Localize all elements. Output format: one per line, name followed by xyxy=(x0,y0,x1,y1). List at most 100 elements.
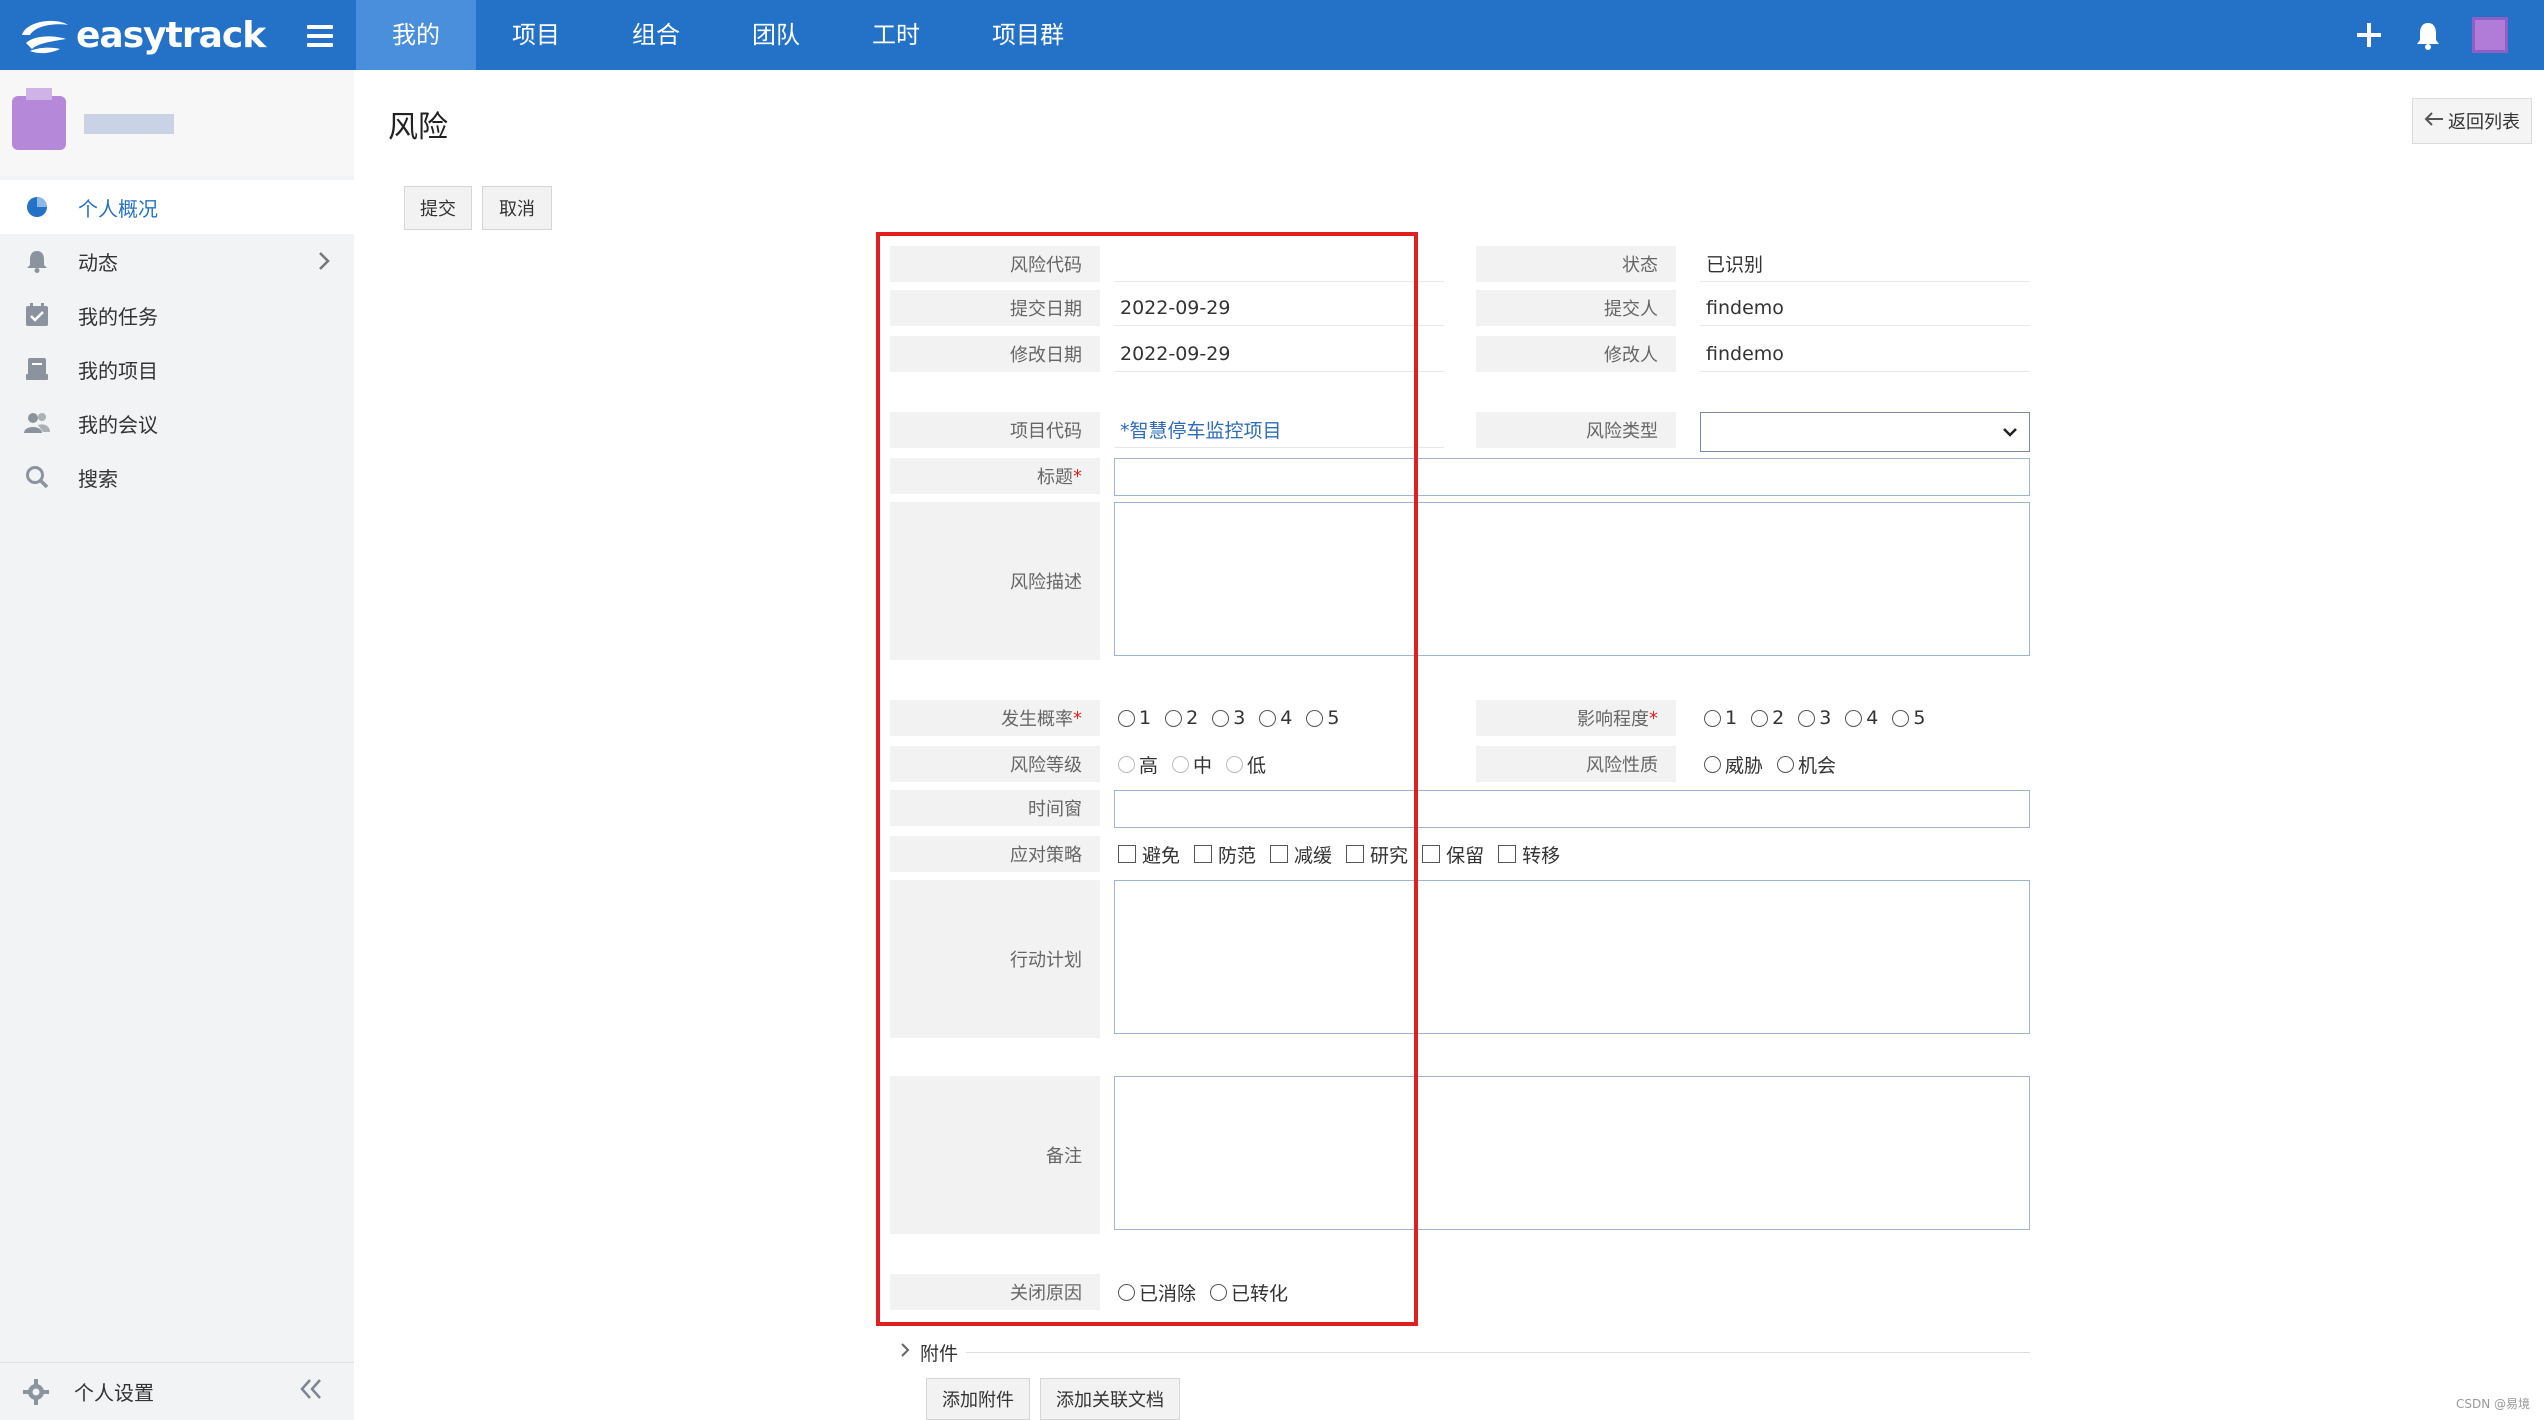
submit-button[interactable]: 提交 xyxy=(404,186,472,230)
tab-projects[interactable]: 项目 xyxy=(476,0,596,70)
probability-option-1[interactable]: 1 xyxy=(1118,707,1151,729)
project-code-value[interactable]: *智慧停车监控项目 xyxy=(1114,412,1444,448)
submitter-label: 提交人 xyxy=(1476,290,1676,326)
top-right-actions xyxy=(2354,0,2508,70)
sidebar-item-label: 我的任务 xyxy=(78,304,158,329)
sidebar-item-overview[interactable]: 个人概况 xyxy=(0,180,354,234)
menu-toggle-icon[interactable] xyxy=(300,20,340,50)
chevron-right-icon[interactable] xyxy=(318,251,330,276)
strategy-option-mitigate[interactable]: 减缓 xyxy=(1270,841,1332,868)
settings-label: 个人设置 xyxy=(74,1381,154,1405)
status-value: 已识别 xyxy=(1700,246,2030,282)
risk-type-select[interactable] xyxy=(1700,412,2030,452)
risk-level-option-high: 高 xyxy=(1118,751,1158,778)
tab-team[interactable]: 团队 xyxy=(716,0,836,70)
risk-code-label: 风险代码 xyxy=(890,246,1100,282)
cancel-button[interactable]: 取消 xyxy=(482,186,552,230)
sidebar: 个人概况 动态 我的任务 我的项目 我的会议 搜索 个人设置 xyxy=(0,70,354,1420)
arrow-left-icon xyxy=(2424,111,2444,132)
strategy-option-avoid[interactable]: 避免 xyxy=(1118,841,1180,868)
chevron-right-icon xyxy=(900,1341,910,1363)
sidebar-item-label: 个人概况 xyxy=(78,196,158,221)
impact-option-1[interactable]: 1 xyxy=(1704,707,1737,729)
risk-level-option-medium: 中 xyxy=(1172,751,1212,778)
tab-mine[interactable]: 我的 xyxy=(356,0,476,70)
attachments-section-header[interactable]: 附件 xyxy=(900,1338,2030,1366)
project-icon xyxy=(24,356,50,382)
sidebar-item-search[interactable]: 搜索 xyxy=(0,450,354,504)
strategy-option-research[interactable]: 研究 xyxy=(1346,841,1408,868)
add-attachment-button[interactable]: 添加附件 xyxy=(926,1378,1030,1420)
risk-type-label: 风险类型 xyxy=(1476,412,1676,448)
back-label: 返回列表 xyxy=(2448,112,2520,133)
impact-option-3[interactable]: 3 xyxy=(1798,707,1831,729)
description-textarea[interactable] xyxy=(1114,502,2030,656)
impact-option-4[interactable]: 4 xyxy=(1845,707,1878,729)
time-window-input[interactable] xyxy=(1114,790,2030,828)
strategy-checkbox-group: 避免 防范 减缓 研究 保留 转移 xyxy=(1118,836,1574,872)
modify-date-label: 修改日期 xyxy=(890,336,1100,372)
plus-icon[interactable] xyxy=(2354,20,2384,50)
probability-option-5[interactable]: 5 xyxy=(1306,707,1339,729)
risk-level-radio-group: 高 中 低 xyxy=(1118,746,1280,782)
strategy-option-transfer[interactable]: 转移 xyxy=(1498,841,1560,868)
users-icon xyxy=(24,410,50,436)
modifier-label: 修改人 xyxy=(1476,336,1676,372)
sidebar-item-tasks[interactable]: 我的任务 xyxy=(0,288,354,342)
logo[interactable]: easytrack xyxy=(16,8,266,62)
probability-label: 发生概率 * xyxy=(890,700,1100,736)
strategy-option-retain[interactable]: 保留 xyxy=(1422,841,1484,868)
risk-nature-option-threat[interactable]: 威胁 xyxy=(1704,751,1763,778)
probability-option-4[interactable]: 4 xyxy=(1259,707,1292,729)
modifier-value: findemo xyxy=(1700,336,2030,372)
remarks-label: 备注 xyxy=(890,1076,1100,1234)
add-linked-document-button[interactable]: 添加关联文档 xyxy=(1040,1378,1180,1420)
tab-portfolio[interactable]: 组合 xyxy=(596,0,716,70)
sidebar-item-label: 我的会议 xyxy=(78,412,158,437)
risk-nature-label: 风险性质 xyxy=(1476,746,1676,782)
sidebar-item-projects[interactable]: 我的项目 xyxy=(0,342,354,396)
tab-timesheet[interactable]: 工时 xyxy=(836,0,956,70)
risk-nature-radio-group: 威胁 机会 xyxy=(1704,746,1850,782)
close-reason-radio-group: 已消除 已转化 xyxy=(1118,1274,1302,1310)
avatar[interactable] xyxy=(12,88,66,150)
close-reason-option-converted[interactable]: 已转化 xyxy=(1210,1279,1288,1306)
impact-option-5[interactable]: 5 xyxy=(1892,707,1925,729)
user-avatar-top[interactable] xyxy=(2472,17,2508,53)
risk-nature-option-opportunity[interactable]: 机会 xyxy=(1777,751,1836,778)
remarks-textarea[interactable] xyxy=(1114,1076,2030,1230)
description-label: 风险描述 xyxy=(890,502,1100,660)
user-name-blurred xyxy=(84,114,174,134)
gear-icon xyxy=(22,1378,50,1406)
side-menu: 个人概况 动态 我的任务 我的项目 我的会议 搜索 xyxy=(0,180,354,504)
divider xyxy=(966,1351,2030,1353)
tab-program[interactable]: 项目群 xyxy=(956,0,1100,70)
attachments-label: 附件 xyxy=(920,1342,959,1365)
watermark: CSDN @易境 xyxy=(2455,1397,2530,1411)
sidebar-item-activity[interactable]: 动态 xyxy=(0,234,354,288)
sidebar-item-meetings[interactable]: 我的会议 xyxy=(0,396,354,450)
sidebar-settings[interactable]: 个人设置 xyxy=(0,1362,354,1420)
collapse-sidebar-icon[interactable] xyxy=(298,1377,324,1406)
title-input[interactable] xyxy=(1114,458,2030,496)
bell-icon[interactable] xyxy=(2414,20,2442,50)
risk-level-label: 风险等级 xyxy=(890,746,1100,782)
easytrack-logo-icon xyxy=(22,20,68,54)
pie-chart-icon xyxy=(24,194,50,220)
top-nav-bar: easytrack 我的 项目 组合 团队 工时 项目群 xyxy=(0,0,2544,70)
search-icon xyxy=(24,464,50,490)
back-to-list-button[interactable]: 返回列表 xyxy=(2412,98,2532,144)
time-window-label: 时间窗 xyxy=(890,790,1100,826)
sidebar-item-label: 我的项目 xyxy=(78,358,158,383)
title-label: 标题 * xyxy=(890,458,1100,494)
probability-option-2[interactable]: 2 xyxy=(1165,707,1198,729)
close-reason-option-eliminated[interactable]: 已消除 xyxy=(1118,1279,1196,1306)
strategy-option-prevent[interactable]: 防范 xyxy=(1194,841,1256,868)
close-reason-label: 关闭原因 xyxy=(890,1274,1100,1310)
submit-date-label: 提交日期 xyxy=(890,290,1100,326)
impact-option-2[interactable]: 2 xyxy=(1751,707,1784,729)
sidebar-item-label: 搜索 xyxy=(78,466,118,491)
strategy-label: 应对策略 xyxy=(890,836,1100,872)
action-plan-textarea[interactable] xyxy=(1114,880,2030,1034)
probability-option-3[interactable]: 3 xyxy=(1212,707,1245,729)
